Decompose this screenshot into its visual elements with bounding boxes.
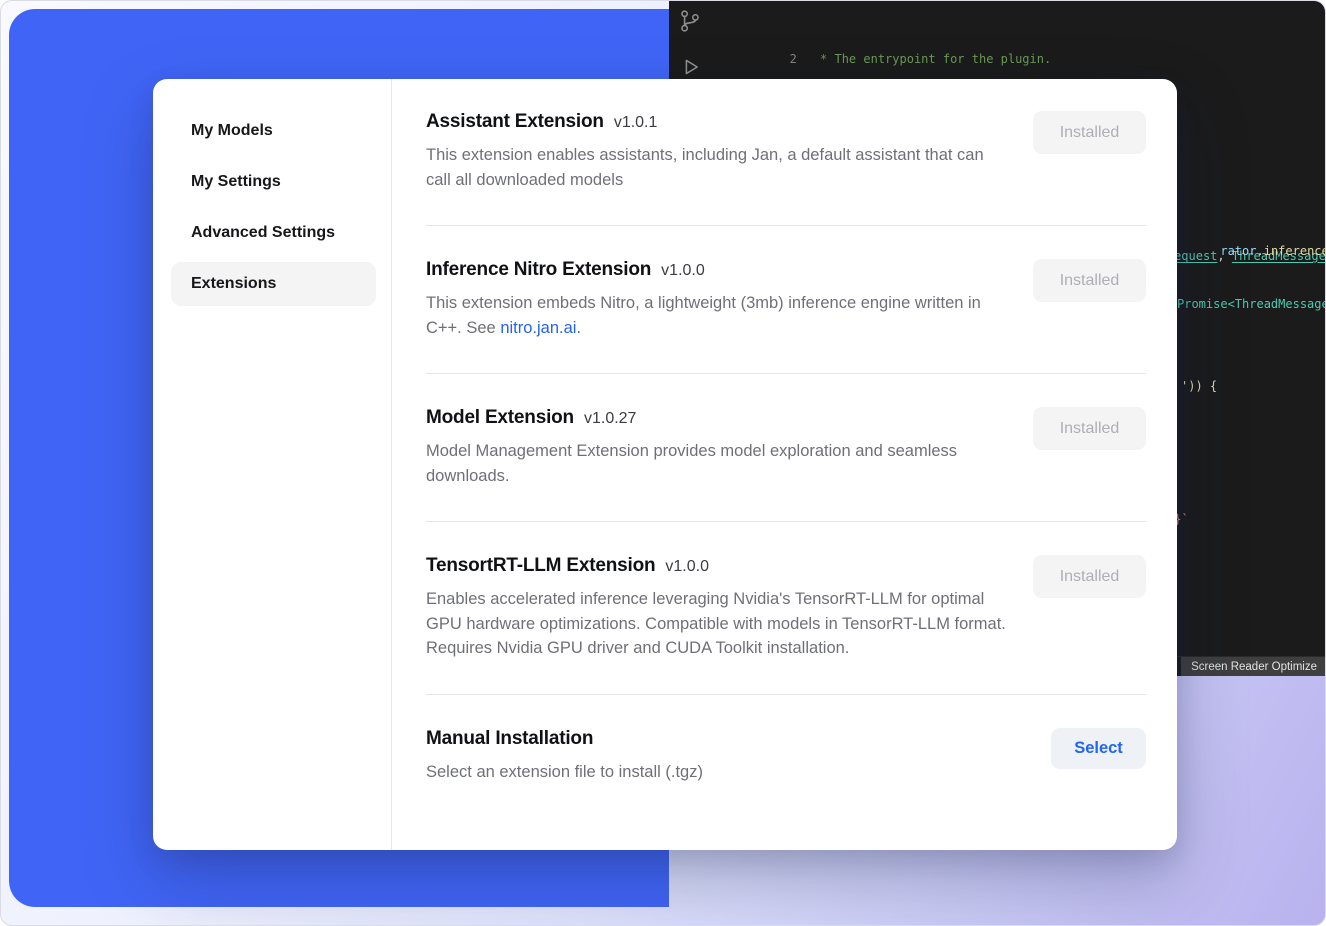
divider xyxy=(426,521,1146,522)
statusbar-item-screen-reader[interactable]: Screen Reader Optimize xyxy=(1181,657,1326,677)
select-button[interactable]: Select xyxy=(1051,728,1146,769)
git-branch-icon[interactable] xyxy=(678,9,702,33)
extension-heading: Manual Installation xyxy=(426,728,703,750)
manual-installation-description: Select an extension file to install (.tg… xyxy=(426,760,703,785)
line-number: 2 xyxy=(773,51,797,67)
code-line: 2 * The entrypoint for the plugin. xyxy=(715,35,1326,51)
extension-description: Enables accelerated inference leveraging… xyxy=(426,587,1006,661)
extension-info: Model Extension v1.0.27 Model Management… xyxy=(426,407,1006,488)
settings-sidebar: My Models My Settings Advanced Settings … xyxy=(153,79,392,850)
extension-description: This extension enables assistants, inclu… xyxy=(426,143,1006,192)
description-text: This extension enables assistants, inclu… xyxy=(426,146,984,189)
installed-button[interactable]: Installed xyxy=(1033,407,1146,450)
sidebar-item-my-settings[interactable]: My Settings xyxy=(171,160,376,204)
activity-bar xyxy=(678,9,702,79)
code-text: * The entrypoint for the plugin. xyxy=(813,52,1051,66)
sidebar-item-extensions[interactable]: Extensions xyxy=(171,262,376,306)
description-text: Model Management Extension provides mode… xyxy=(426,442,957,485)
extension-name: Model Extension xyxy=(426,407,574,429)
installed-button[interactable]: Installed xyxy=(1033,259,1146,302)
extension-heading: Inference Nitro Extension v1.0.0 xyxy=(426,259,1006,281)
extension-heading: Model Extension v1.0.27 xyxy=(426,407,1006,429)
extension-version: v1.0.1 xyxy=(614,114,658,132)
divider xyxy=(426,694,1146,695)
extension-version: v1.0.0 xyxy=(661,262,705,280)
manual-installation-title: Manual Installation xyxy=(426,728,593,750)
code-fragment: rator.inference(data)); xyxy=(1177,230,1326,272)
extension-heading: TensortRT-LLM Extension v1.0.0 xyxy=(426,555,1006,577)
extension-heading: Assistant Extension v1.0.1 xyxy=(426,111,1006,133)
extension-row-inference-nitro: Inference Nitro Extension v1.0.0 This ex… xyxy=(426,259,1146,340)
code-fragment: Promise<ThreadMessage> xyxy=(1177,297,1326,311)
code-fragment: ')) { xyxy=(1181,379,1217,393)
extension-description: This extension embeds Nitro, a lightweig… xyxy=(426,291,1006,340)
sidebar-item-my-models[interactable]: My Models xyxy=(171,109,376,153)
extension-info: Assistant Extension v1.0.1 This extensio… xyxy=(426,111,1006,192)
extension-name: TensortRT-LLM Extension xyxy=(426,555,655,577)
settings-modal: My Models My Settings Advanced Settings … xyxy=(153,79,1177,850)
divider xyxy=(426,225,1146,226)
extension-info: TensortRT-LLM Extension v1.0.0 Enables a… xyxy=(426,555,1006,661)
extension-description: Model Management Extension provides mode… xyxy=(426,439,1006,488)
extension-version: v1.0.0 xyxy=(665,558,709,576)
extension-name: Assistant Extension xyxy=(426,111,604,133)
code-token: rator. xyxy=(1220,244,1263,258)
installed-button[interactable]: Installed xyxy=(1033,555,1146,598)
extension-row-tensorrt-llm: TensortRT-LLM Extension v1.0.0 Enables a… xyxy=(426,555,1146,661)
code-token: inference xyxy=(1264,244,1326,258)
installed-button[interactable]: Installed xyxy=(1033,111,1146,154)
extension-row-assistant: Assistant Extension v1.0.1 This extensio… xyxy=(426,111,1146,192)
run-debug-icon[interactable] xyxy=(678,55,702,79)
extensions-list: Assistant Extension v1.0.1 This extensio… xyxy=(392,79,1177,850)
extension-row-model: Model Extension v1.0.27 Model Management… xyxy=(426,407,1146,488)
extension-name: Inference Nitro Extension xyxy=(426,259,651,281)
sidebar-item-advanced-settings[interactable]: Advanced Settings xyxy=(171,211,376,255)
description-text: Enables accelerated inference leveraging… xyxy=(426,590,1006,657)
extension-version: v1.0.27 xyxy=(584,410,636,428)
extension-info: Inference Nitro Extension v1.0.0 This ex… xyxy=(426,259,1006,340)
desktop: 2 * The entrypoint for the plugin. 3 */ … xyxy=(0,0,1326,926)
manual-installation-row: Manual Installation Select an extension … xyxy=(426,728,1146,785)
description-text: Select an extension file to install (.tg… xyxy=(426,763,703,781)
extension-info: Manual Installation Select an extension … xyxy=(426,728,703,785)
divider xyxy=(426,373,1146,374)
nitro-jan-ai-link[interactable]: nitro.jan.ai. xyxy=(500,319,581,337)
